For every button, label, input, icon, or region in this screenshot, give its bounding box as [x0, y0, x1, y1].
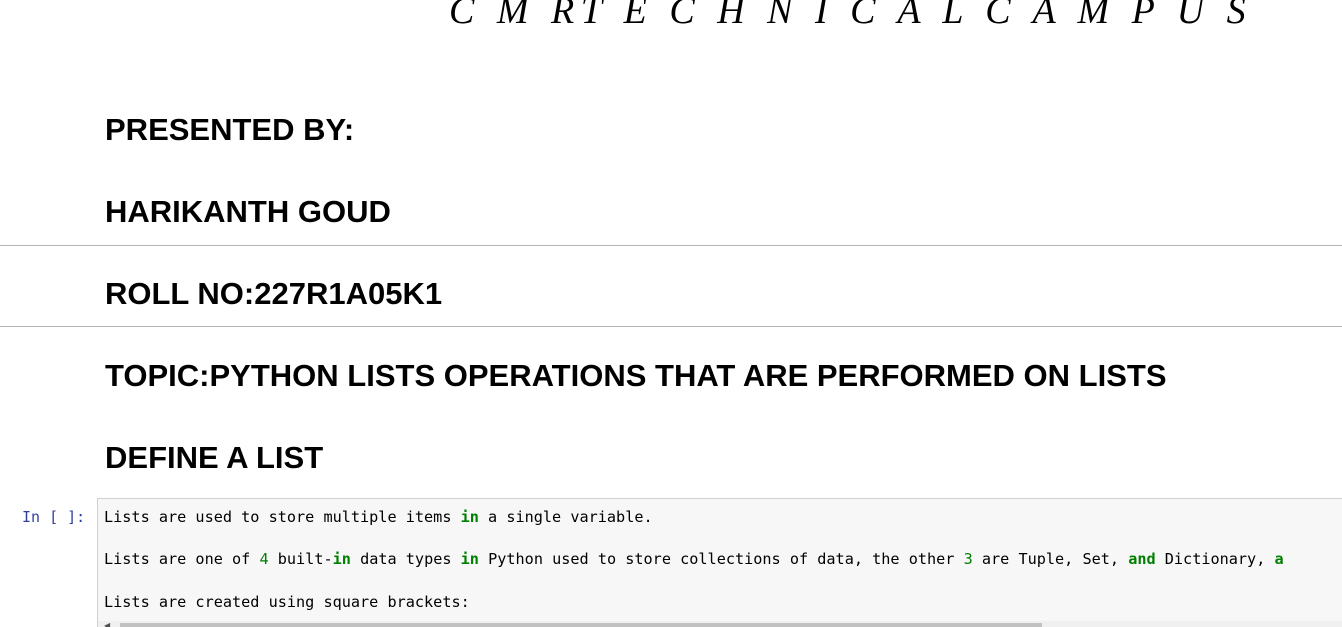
heading-roll-number: ROLL NO:227R1A05K1 [105, 276, 443, 311]
code-text: Dictionary, [1155, 550, 1275, 568]
horizontal-rule [0, 326, 1342, 327]
code-line[interactable]: Lists are one of 4 built-in data types i… [104, 549, 1284, 569]
heading-presented-by: PRESENTED BY: [105, 112, 355, 147]
code-keyword: in [460, 508, 479, 526]
heading-topic: TOPIC:PYTHON LISTS OPERATIONS THAT ARE P… [105, 358, 1167, 393]
code-number: 3 [963, 550, 973, 568]
code-keyword: a [1274, 550, 1284, 568]
heading-name: HARIKANTH GOUD [105, 194, 391, 229]
code-keyword: in [332, 550, 351, 568]
code-line[interactable]: Lists are created using square brackets: [104, 592, 470, 612]
cell-prompt: In [ ]: [22, 508, 86, 526]
notebook-page: C M RT E C H N I C A L C A M P U S PRESE… [0, 0, 1342, 627]
code-text: a single variable. [478, 508, 653, 526]
college-title: C M RT E C H N I C A L C A M P U S [449, 0, 1253, 32]
code-number: 4 [259, 550, 269, 568]
code-text: Lists are one of [104, 550, 260, 568]
code-text: built- [268, 550, 333, 568]
code-keyword: in [460, 550, 479, 568]
heading-define-list: DEFINE A LIST [105, 440, 324, 475]
chevron-left-icon[interactable]: ◀ [104, 622, 110, 627]
horizontal-scrollbar[interactable]: ◀ [98, 621, 1342, 627]
code-text: data types [350, 550, 461, 568]
code-cell[interactable]: Lists are used to store multiple items i… [97, 498, 1342, 627]
code-text: Python used to store collections of data… [478, 550, 964, 568]
code-text: are Tuple, Set, [972, 550, 1129, 568]
code-text: Lists are created using square brackets: [104, 593, 470, 611]
code-keyword: and [1128, 550, 1156, 568]
scrollbar-thumb[interactable] [120, 623, 1042, 627]
code-text: Lists are used to store multiple items [104, 508, 461, 526]
horizontal-rule [0, 245, 1342, 246]
code-line[interactable]: Lists are used to store multiple items i… [104, 507, 653, 527]
